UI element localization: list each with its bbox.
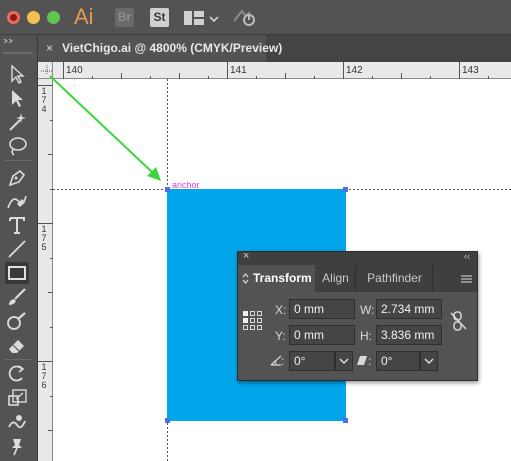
tools-panel	[0, 35, 38, 461]
h-label: H:	[360, 329, 372, 343]
illustrator-logo: Ai	[74, 4, 94, 29]
anchor-point[interactable]	[165, 187, 170, 192]
tools-separator	[4, 160, 32, 161]
panel-tabs: Transform Align Pathfinder	[238, 265, 477, 292]
selection-tool-icon[interactable]	[5, 63, 29, 85]
ruler-label: 4	[41, 104, 47, 114]
transform-panel: × ‹‹ Transform Align Pathfinder X: 0 mm …	[237, 250, 478, 381]
horizontal-ruler-ticks	[63, 62, 489, 79]
anchor-point[interactable]	[343, 187, 348, 192]
application-bar: Ai Br St	[0, 0, 511, 35]
anchor-smart-guide-label: anchor	[172, 180, 200, 190]
x-label: X:	[275, 303, 287, 317]
close-window-icon	[10, 14, 17, 21]
height-field[interactable]: 3.836 mm	[376, 325, 442, 345]
panel-options-toggle-icon[interactable]	[242, 273, 249, 284]
vertical-ruler-ticks	[38, 85, 53, 431]
shear-angle-icon	[357, 356, 367, 365]
curvature-tool-icon[interactable]	[5, 190, 29, 212]
horizontal-ruler[interactable]: 140 141 142 143	[38, 62, 511, 79]
pin-tool-icon[interactable]	[5, 435, 29, 457]
warp-tool-icon[interactable]	[5, 411, 29, 433]
y-label: Y:	[275, 329, 286, 343]
line-tool-icon[interactable]	[5, 238, 29, 260]
tab-transform[interactable]: Transform	[238, 265, 315, 292]
document-tab[interactable]: × VietChigo.ai @ 4800% (CMYK/Preview)	[38, 35, 282, 62]
zoom-window-button[interactable]	[47, 11, 60, 24]
panel-title-bar[interactable]: × ‹‹	[238, 250, 477, 265]
ruler-label: 6	[41, 380, 47, 390]
lasso-icon[interactable]	[5, 135, 29, 157]
anchor-point[interactable]	[343, 418, 348, 423]
rotate-tool-icon[interactable]	[5, 363, 29, 385]
shear-label: :	[368, 354, 372, 368]
document-tab-title: VietChigo.ai @ 4800% (CMYK/Preview)	[62, 41, 283, 55]
close-panel-icon[interactable]: ×	[243, 250, 249, 262]
document-tab-bar: × VietChigo.ai @ 4800% (CMYK/Preview)	[0, 35, 511, 62]
ruler-label: 5	[41, 242, 47, 252]
collapse-panel-icon[interactable]: ‹‹	[464, 251, 470, 261]
ruler-label: 140	[66, 65, 83, 76]
tools-panel-grip[interactable]	[3, 52, 33, 54]
type-tool-icon[interactable]	[5, 214, 29, 236]
eraser-icon[interactable]	[5, 334, 29, 356]
ruler-label: 143	[462, 65, 479, 76]
anchor-point[interactable]	[165, 418, 170, 423]
panel-menu-icon[interactable]	[461, 275, 472, 283]
rectangle-tool-icon[interactable]	[5, 262, 29, 284]
tools-separator	[4, 359, 32, 360]
vertical-ruler[interactable]: 1 7 4 1 7 5 1 7 6	[38, 62, 53, 461]
bridge-button[interactable]: Br	[115, 8, 134, 27]
y-field[interactable]: 0 mm	[289, 325, 355, 345]
chevron-down-icon[interactable]	[209, 11, 219, 29]
tools-panel-collapse-icon[interactable]	[2, 37, 32, 45]
arrange-documents-icon[interactable]	[184, 11, 204, 25]
ruler-label: 141	[230, 65, 247, 76]
stock-button[interactable]: St	[150, 8, 169, 27]
magic-wand-icon[interactable]	[5, 111, 29, 133]
x-field[interactable]: 0 mm	[289, 299, 355, 319]
rotate-label: :	[281, 354, 285, 368]
paintbrush-icon[interactable]	[5, 286, 29, 308]
direct-selection-tool-icon[interactable]	[5, 87, 29, 109]
tab-pathfinder[interactable]: Pathfinder	[357, 265, 433, 292]
tab-transform-label: Transform	[253, 271, 312, 285]
gpu-performance-icon[interactable]	[232, 7, 258, 32]
close-tab-icon[interactable]: ×	[46, 35, 53, 62]
scale-tool-icon[interactable]	[5, 387, 29, 409]
ruler-label: 142	[346, 65, 363, 76]
pen-tool-icon[interactable]	[5, 166, 29, 188]
blob-brush-icon[interactable]	[5, 310, 29, 332]
width-field[interactable]: 2.734 mm	[376, 299, 442, 319]
rotate-dropdown-button[interactable]	[335, 351, 353, 371]
shear-field[interactable]: 0°	[376, 351, 420, 371]
reference-point-icon[interactable]	[243, 311, 263, 331]
tab-align[interactable]: Align	[316, 265, 356, 292]
minimize-window-button[interactable]	[27, 11, 40, 24]
constrain-proportions-icon[interactable]	[448, 310, 470, 332]
ruler-origin[interactable]	[38, 62, 53, 79]
illustrator-window: Ai Br St × VietChigo.ai @ 4800% (CMYK/Pr…	[0, 0, 511, 461]
rotate-field[interactable]: 0°	[289, 351, 335, 371]
shear-dropdown-button[interactable]	[420, 351, 438, 371]
w-label: W:	[360, 303, 375, 317]
